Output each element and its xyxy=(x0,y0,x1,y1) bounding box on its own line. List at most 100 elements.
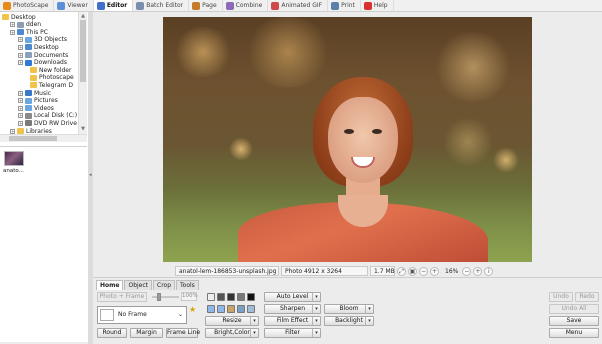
combine-icon xyxy=(225,1,234,10)
expand-toggle-icon[interactable]: + xyxy=(18,98,23,104)
zoom-out-icon[interactable]: − xyxy=(419,266,428,276)
sharpen-button[interactable]: Sharpen ▾ xyxy=(264,304,321,314)
tab-page[interactable]: Page xyxy=(189,0,223,11)
backlight-button[interactable]: Backlight ▾ xyxy=(324,316,374,326)
tab-batch-editor[interactable]: Batch Editor xyxy=(133,0,190,11)
expand-toggle-icon[interactable]: + xyxy=(18,52,23,58)
frame-line-button[interactable]: Frame Line xyxy=(166,328,200,338)
photo-thumbnail[interactable] xyxy=(4,151,24,166)
black-box-icon[interactable] xyxy=(247,293,255,301)
white-square-icon[interactable] xyxy=(207,293,215,301)
tree-node[interactable]: + Libraries xyxy=(10,127,52,134)
print-icon xyxy=(331,1,340,10)
dropdown-arrow-icon[interactable]: ▾ xyxy=(312,329,320,337)
tab-label: Batch Editor xyxy=(146,2,184,9)
editor-tab-home[interactable]: Home xyxy=(96,280,124,290)
status-dimensions: Photo 4912 x 3264 xyxy=(281,266,368,276)
undo-button[interactable]: Undo xyxy=(549,292,573,302)
help-icon xyxy=(363,1,372,10)
save-button[interactable]: Save xyxy=(549,316,599,326)
photo-frame-button[interactable]: Photo + Frame xyxy=(97,292,147,302)
resize-button[interactable]: Resize ▾ xyxy=(205,316,259,326)
bloom-button[interactable]: Bloom ▾ xyxy=(324,304,374,314)
rotate-right-icon[interactable] xyxy=(217,305,225,313)
favorite-star-icon[interactable]: ★ xyxy=(189,305,196,314)
tab-label: Editor xyxy=(106,2,128,9)
slider-knob[interactable] xyxy=(157,293,161,301)
scroll-up-arrow-icon[interactable]: ▲ xyxy=(80,13,86,19)
folder-icon xyxy=(25,97,32,104)
editor-tab-crop[interactable]: Crop xyxy=(153,280,176,290)
bright-color-button[interactable]: Bright,Color ▾ xyxy=(205,328,259,338)
editor-icon xyxy=(96,1,105,10)
editor-tab-object[interactable]: Object xyxy=(124,280,153,290)
tree-horizontal-scrollbar[interactable] xyxy=(0,134,87,142)
gray-square-icon[interactable] xyxy=(237,293,245,301)
folder-tree: Desktop + dden + This PC +3D Objects + Desktop +… xyxy=(0,12,78,134)
user-icon xyxy=(17,21,24,28)
tab-label: Help xyxy=(373,2,388,9)
bokeh-light xyxy=(433,32,513,102)
tree-node-label: 3D Objects xyxy=(34,36,68,44)
undo-all-button[interactable]: Undo All xyxy=(549,304,599,314)
scroll-down-arrow-icon[interactable]: ▼ xyxy=(80,126,86,132)
round-button[interactable]: Round xyxy=(97,328,127,338)
scroll-thumb[interactable] xyxy=(9,136,57,141)
expand-toggle-icon[interactable]: + xyxy=(18,60,23,66)
dropdown-arrow-icon[interactable]: ▾ xyxy=(312,305,320,313)
expand-toggle-icon[interactable]: + xyxy=(18,37,23,43)
menu-button[interactable]: Menu xyxy=(549,328,599,338)
tab-animated-gif[interactable]: Animated GIF xyxy=(268,0,329,11)
tree-node-label: DVD RW Drive xyxy=(34,119,77,127)
rotate-left-icon[interactable] xyxy=(207,305,215,313)
tab-combine[interactable]: Combine xyxy=(223,0,269,11)
actual-size-icon[interactable]: ▣ xyxy=(408,266,417,276)
mirror-icon[interactable] xyxy=(247,305,255,313)
tab-photoscape[interactable]: PhotoScape xyxy=(0,0,55,11)
margin-button[interactable]: Margin xyxy=(130,328,163,338)
chevron-down-icon: ⌄ xyxy=(177,311,183,318)
expand-toggle-icon[interactable]: + xyxy=(18,120,23,126)
dropdown-arrow-icon[interactable]: ▾ xyxy=(250,317,258,325)
tab-viewer[interactable]: Viewer xyxy=(54,0,94,11)
tree-node-label: Local Disk (C:) xyxy=(34,112,78,120)
expand-toggle-icon[interactable]: + xyxy=(18,105,23,111)
animated-gif-icon xyxy=(271,1,280,10)
tab-help[interactable]: Help xyxy=(361,0,394,11)
film-effect-button[interactable]: Film Effect ▾ xyxy=(264,316,321,326)
expand-toggle-icon[interactable]: + xyxy=(10,22,15,28)
dropdown-arrow-icon[interactable]: ▾ xyxy=(312,317,320,325)
zoom-out-icon[interactable]: − xyxy=(462,266,472,276)
flip-icon[interactable] xyxy=(227,305,235,313)
expand-toggle-icon[interactable]: + xyxy=(18,44,23,50)
filter-button[interactable]: Filter ▾ xyxy=(264,328,321,338)
collapse-arrow-icon[interactable]: ◂ xyxy=(89,172,92,178)
expand-toggle-icon[interactable]: + xyxy=(10,128,15,134)
zoom-in-icon[interactable]: + xyxy=(473,266,483,276)
tab-editor[interactable]: Editor xyxy=(93,0,134,11)
dropdown-arrow-icon[interactable]: ▾ xyxy=(365,317,373,325)
tree-vertical-scrollbar[interactable]: ▲ ▼ xyxy=(78,12,87,134)
tab-label: Print xyxy=(341,2,355,9)
frame-select[interactable]: No Frame ⌄ xyxy=(97,306,187,324)
dropdown-arrow-icon[interactable]: ▾ xyxy=(365,305,373,313)
effects-icon[interactable] xyxy=(237,305,245,313)
tab-print[interactable]: Print xyxy=(328,0,361,11)
redo-button[interactable]: Redo xyxy=(575,292,599,302)
expand-toggle-icon[interactable]: + xyxy=(18,113,23,119)
edited-photo[interactable] xyxy=(163,17,532,262)
expand-toggle-icon[interactable]: + xyxy=(18,90,23,96)
fit-screen-icon[interactable]: ⤢ xyxy=(397,266,406,276)
status-filesize: 1.7 MB xyxy=(370,266,395,276)
editor-tab-tools[interactable]: Tools xyxy=(176,280,199,290)
dark-square-icon[interactable] xyxy=(217,293,225,301)
dropdown-arrow-icon[interactable]: ▾ xyxy=(250,329,258,337)
dropdown-arrow-icon[interactable]: ▾ xyxy=(312,293,320,301)
zoom-in-icon[interactable]: + xyxy=(430,266,439,276)
black-square-icon[interactable] xyxy=(227,293,235,301)
expand-toggle-icon[interactable]: + xyxy=(10,29,15,35)
info-icon[interactable]: i xyxy=(484,266,494,276)
tree-node-label: Desktop xyxy=(34,43,59,51)
scroll-thumb[interactable] xyxy=(80,20,86,82)
auto-level-button[interactable]: Auto Level ▾ xyxy=(264,292,321,302)
